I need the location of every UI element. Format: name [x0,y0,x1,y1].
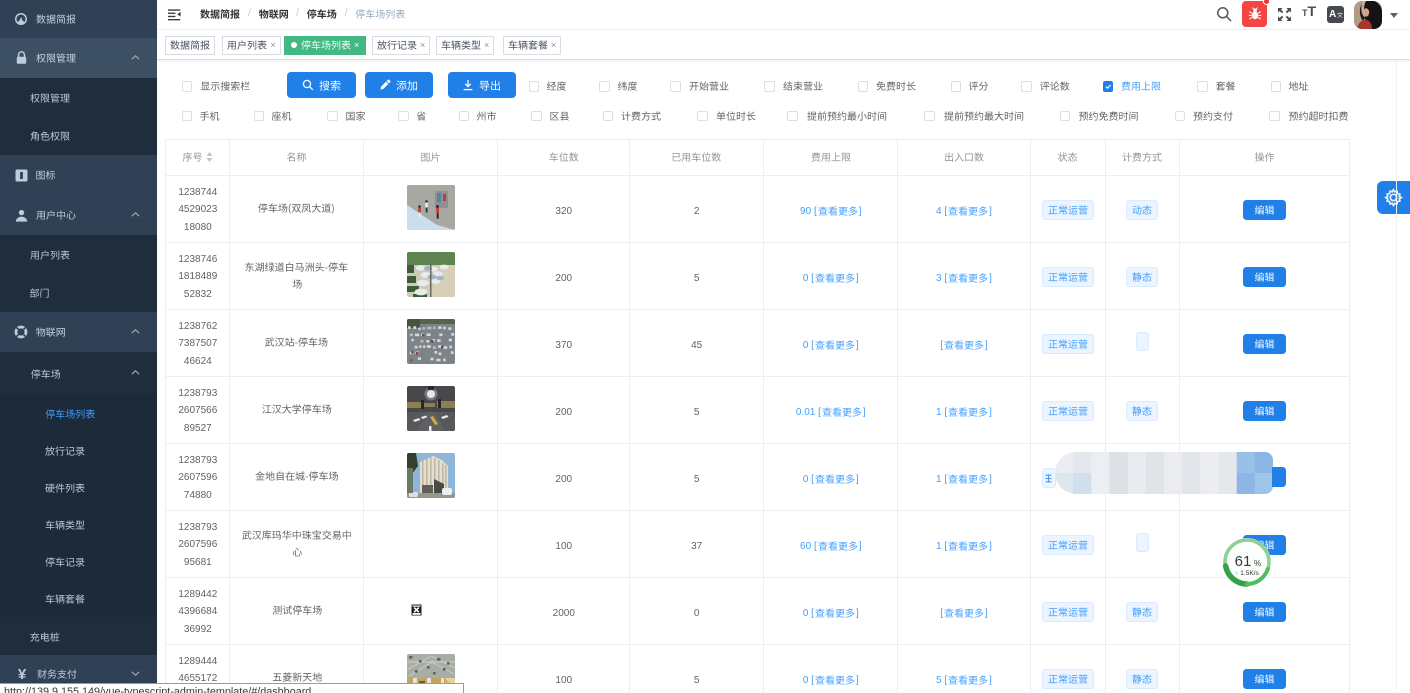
svg-text:61: 61 [1235,553,1252,570]
svg-text:%: % [1254,559,1261,568]
svg-text:↑ 1.5K/s: ↑ 1.5K/s [1235,570,1259,577]
